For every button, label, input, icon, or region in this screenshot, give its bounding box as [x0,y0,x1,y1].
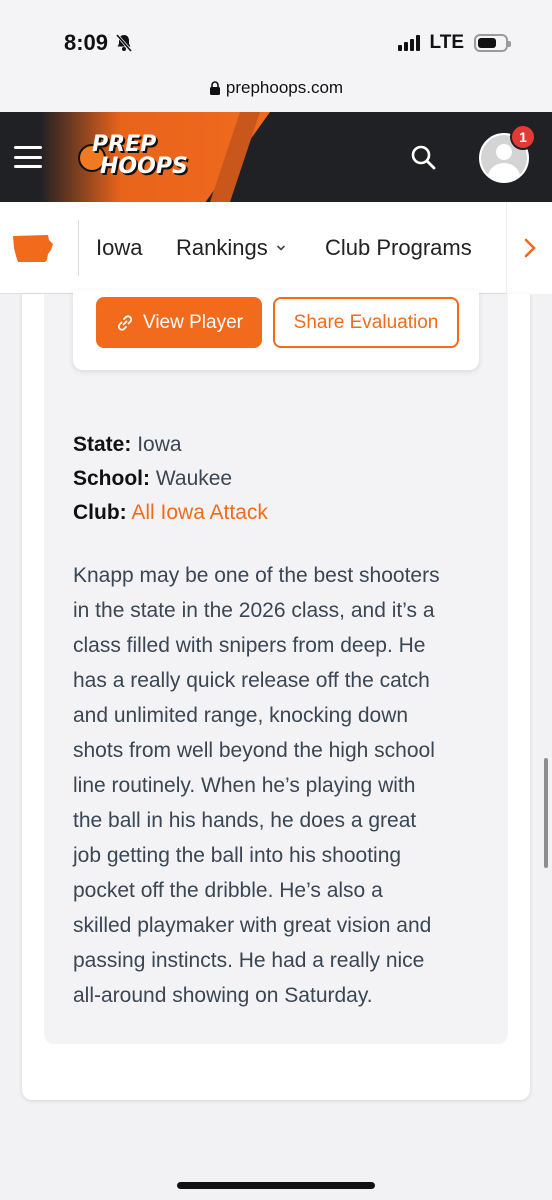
club-row: Club: All Iowa Attack [73,501,268,525]
iowa-state-icon [13,235,53,262]
evaluation-line: and unlimited range, knocking down [73,704,409,727]
evaluation-line: the ball in his hands, he does a great [73,809,417,832]
clock-text: 8:09 [64,30,109,55]
evaluation-line: in the state in the 2026 class, and it’s… [73,599,435,622]
url-text: prephoops.com [225,78,344,97]
evaluation-line: shots from well beyond the high school [73,739,435,762]
hamburger-menu-icon[interactable] [14,146,42,168]
nav-item-iowa[interactable]: Iowa [96,235,142,261]
chevron-down-icon [276,245,285,251]
home-indicator[interactable] [177,1182,375,1189]
state-value: Iowa [137,433,182,456]
status-bar: 8:09 LTE prephoops.com [0,0,552,112]
bell-slash-icon [115,34,133,52]
notification-badge: 1 [510,124,536,150]
evaluation-line: skilled playmaker with great vision and [73,914,432,937]
evaluation-text: Knapp may be one of the best shooters in… [73,558,483,1013]
page-scrollbar[interactable] [544,758,548,868]
evaluation-line: Knapp may be one of the best shooters [73,564,440,587]
link-icon [117,314,133,331]
club-label: Club: [73,501,127,524]
evaluation-line: passing instincts. He had a really nice [73,949,425,972]
search-icon[interactable] [410,144,436,170]
view-player-label: View Player [143,311,243,333]
nav-item-club-programs[interactable]: Club Programs [325,235,472,261]
status-time: 8:09 [64,30,134,56]
state-nav: Iowa Rankings Club Programs [0,202,552,294]
nav-item-label: Iowa [96,235,143,260]
site-header: PREP HOOPS [0,112,552,202]
club-link[interactable]: All Iowa Attack [131,501,268,524]
evaluation-line: all-around showing on Saturday. [73,984,373,1007]
status-right: LTE [397,32,511,54]
logo-text: PREP HOOPS [92,134,188,178]
evaluation-line: class filled with snipers from deep. He [73,634,426,657]
nav-scroll-right-button[interactable] [506,202,552,294]
school-value: Waukee [155,467,233,490]
nav-divider [78,220,79,276]
battery-icon [474,34,511,52]
evaluation-line: has a really quick release off the catch [73,669,430,692]
chevron-right-icon [524,238,536,258]
share-evaluation-label: Share Evaluation [293,311,439,333]
view-player-button[interactable]: View Player [96,297,262,348]
evaluation-line: job getting the ball into his shooting [73,844,402,867]
school-row: School: Waukee [73,467,232,491]
url-bar[interactable]: prephoops.com [0,78,552,98]
nav-item-rankings[interactable]: Rankings [176,235,286,261]
prephoops-logo[interactable]: PREP HOOPS [74,134,188,182]
evaluation-line: line routinely. When he’s playing with [73,774,416,797]
state-label: State: [73,433,132,456]
school-label: School: [73,467,150,490]
nav-item-label: Club Programs [325,235,472,260]
logo-line-2: HOOPS [100,154,188,179]
share-evaluation-button[interactable]: Share Evaluation [273,297,459,348]
evaluation-line: pocket off the dribble. He’s also a [73,879,383,902]
signal-icon [397,35,420,51]
state-row: State: Iowa [73,433,182,457]
nav-item-label: Rankings [176,235,268,260]
lock-icon [209,81,220,95]
network-label: LTE [429,32,464,53]
